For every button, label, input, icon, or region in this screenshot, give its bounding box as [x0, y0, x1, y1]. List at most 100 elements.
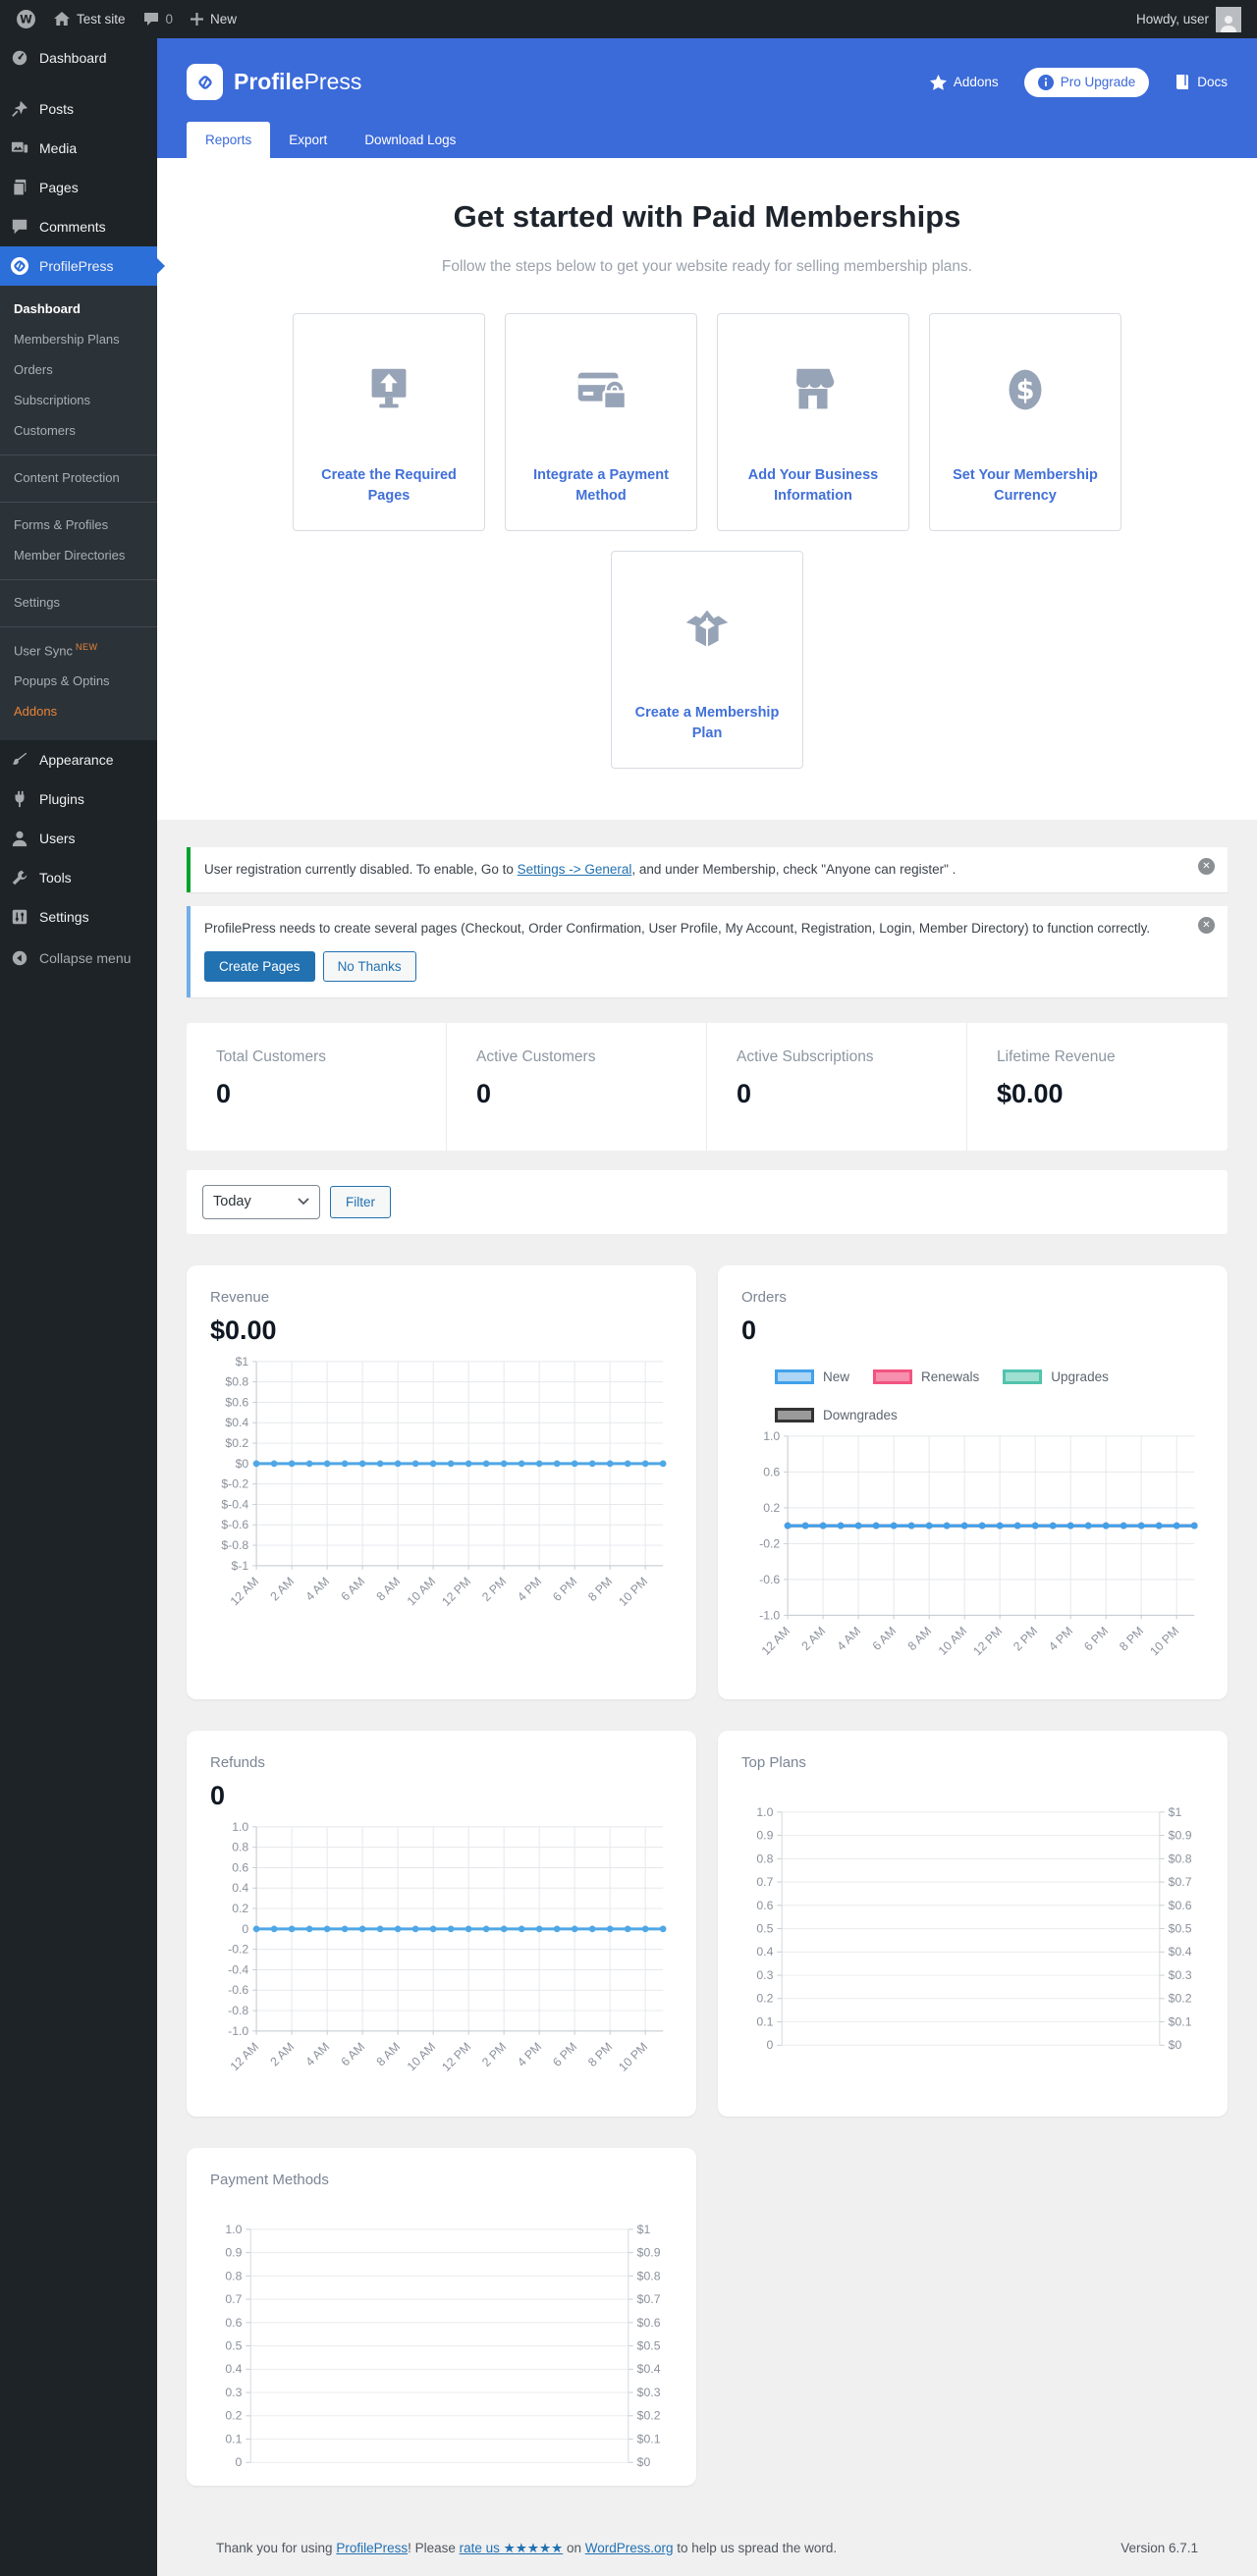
svg-text:$0.8: $0.8 — [637, 2269, 661, 2282]
sidebar-item-pages[interactable]: Pages — [0, 168, 157, 207]
svg-text:$0.3: $0.3 — [1169, 1968, 1192, 1982]
sidebar-item-comments[interactable]: Comments — [0, 207, 157, 246]
sidebar-item-tools[interactable]: Tools — [0, 858, 157, 897]
charts-grid-row-1: Revenue $0.00 $1 $0.8 $0.6 $0.4 $0.2 $0 $-0.2 $… — [187, 1264, 1228, 1700]
submenu-item-membership-plans[interactable]: Membership Plans — [0, 324, 157, 354]
step-card-business-info[interactable]: Add Your Business Information — [717, 313, 909, 531]
svg-text:$0.5: $0.5 — [637, 2338, 661, 2352]
stat-label: Lifetime Revenue — [997, 1047, 1116, 1065]
dismiss-notice-icon[interactable]: ✕ — [1198, 858, 1215, 875]
svg-text:8 PM: 8 PM — [585, 1574, 615, 1603]
legend-label: Downgrades — [823, 1407, 898, 1422]
addons-link[interactable]: Addons — [929, 74, 999, 90]
sidebar-item-label: Media — [39, 140, 78, 156]
svg-text:$1: $1 — [236, 1354, 249, 1368]
howdy-label: Howdy, user — [1135, 12, 1209, 27]
svg-text:6 PM: 6 PM — [1081, 1624, 1111, 1653]
sidebar-item-settings[interactable]: Settings — [0, 897, 157, 937]
rate-us-link[interactable]: rate us ★★★★★ — [460, 2541, 564, 2555]
svg-text:6 AM: 6 AM — [870, 1624, 900, 1653]
profilepress-logo-icon — [187, 64, 223, 100]
legend-item[interactable]: Upgrades — [1003, 1368, 1109, 1384]
pro-upgrade-button[interactable]: Pro Upgrade — [1023, 67, 1150, 97]
legend-item[interactable]: Renewals — [873, 1368, 979, 1384]
svg-text:$-1: $-1 — [232, 1558, 249, 1572]
notice-buttons: Create Pages No Thanks — [204, 950, 1182, 982]
stat-active-customers: Active Customers 0 — [447, 1022, 707, 1151]
sidebar-item-users[interactable]: Users — [0, 819, 157, 858]
submenu-item-popups-optins[interactable]: Popups & Optins — [0, 666, 157, 696]
legend-item[interactable]: New — [775, 1368, 849, 1384]
sidebar-item-posts[interactable]: Posts — [0, 89, 157, 129]
users-icon — [10, 829, 29, 848]
svg-text:4 PM: 4 PM — [515, 2040, 544, 2069]
tab-download-logs[interactable]: Download Logs — [346, 122, 474, 158]
dismiss-notice-icon[interactable]: ✕ — [1198, 917, 1215, 935]
submenu-item-settings[interactable]: Settings — [0, 579, 157, 617]
sidebar-item-dashboard[interactable]: Dashboard — [0, 38, 157, 78]
step-card-required-pages[interactable]: Create the Required Pages — [293, 313, 485, 531]
create-pages-button[interactable]: Create Pages — [204, 950, 315, 982]
svg-text:6 AM: 6 AM — [339, 1574, 368, 1603]
sidebar-item-label: Pages — [39, 180, 79, 195]
submenu-item-dashboard[interactable]: Dashboard — [0, 294, 157, 324]
admin-bar-new[interactable]: New — [191, 12, 237, 27]
profilepress-tabs: Reports Export Download Logs — [187, 122, 1228, 158]
date-range-select[interactable]: Today — [202, 1184, 320, 1219]
svg-text:10 AM: 10 AM — [936, 1624, 969, 1657]
settings-icon — [10, 907, 29, 927]
profilepress-header: ProfilePress Addons Pro Upgrade Docs Rep… — [157, 38, 1257, 158]
brand-text: ProfilePress — [234, 69, 361, 95]
profilepress-header-nav: Addons Pro Upgrade Docs — [929, 67, 1228, 97]
svg-text:$0.4: $0.4 — [225, 1416, 248, 1429]
sidebar-item-media[interactable]: Media — [0, 129, 157, 168]
submenu-item-content-protection[interactable]: Content Protection — [0, 455, 157, 493]
submenu-item-customers[interactable]: Customers — [0, 415, 157, 446]
new-label: New — [210, 12, 238, 27]
wordpress-logo-icon[interactable]: W — [16, 9, 36, 29]
svg-text:$-0.8: $-0.8 — [221, 1537, 248, 1551]
svg-text:$-0.6: $-0.6 — [221, 1518, 248, 1531]
tab-export[interactable]: Export — [270, 122, 346, 158]
submenu-item-subscriptions[interactable]: Subscriptions — [0, 385, 157, 415]
onboarding-step-row-2: Create a Membership Plan — [157, 551, 1257, 769]
sidebar-item-profilepress[interactable]: ProfilePress — [0, 246, 165, 286]
tab-reports[interactable]: Reports — [187, 122, 271, 158]
submenu-item-user-sync[interactable]: User Sync NEW — [0, 626, 157, 666]
submenu-item-addons[interactable]: Addons — [0, 696, 157, 726]
step-card-membership-plan[interactable]: Create a Membership Plan — [611, 551, 803, 769]
payment-methods-chart-card: Payment Methods 1.0 $1 0.9 $0.9 0.8 $0.8 0.7 $0… — [187, 2147, 696, 2486]
page-title: Get started with Paid Memberships — [453, 199, 961, 234]
svg-text:10 PM: 10 PM — [1147, 1624, 1181, 1658]
submenu-item-orders[interactable]: Orders — [0, 354, 157, 385]
filter-button[interactable]: Filter — [330, 1185, 391, 1218]
svg-text:$0: $0 — [236, 1456, 249, 1470]
svg-text:0.3: 0.3 — [756, 1968, 773, 1982]
svg-text:$0.9: $0.9 — [1169, 1829, 1192, 1843]
stat-value: $0.00 — [997, 1078, 1064, 1108]
wordpress-org-link[interactable]: WordPress.org — [585, 2541, 674, 2555]
admin-bar-account[interactable]: Howdy, user — [1135, 6, 1241, 32]
submenu-label: Customers — [14, 423, 76, 438]
step-card-payment-method[interactable]: Integrate a Payment Method — [505, 313, 697, 531]
step-card-currency[interactable]: $ Set Your Membership Currency — [929, 313, 1121, 531]
submenu-item-member-directories[interactable]: Member Directories — [0, 540, 157, 570]
stat-value: 0 — [216, 1078, 232, 1108]
no-thanks-button[interactable]: No Thanks — [322, 950, 416, 982]
settings-general-link[interactable]: Settings -> General — [518, 862, 632, 877]
admin-bar-site-name[interactable]: Test site — [54, 12, 126, 27]
sidebar-item-appearance[interactable]: Appearance — [0, 740, 157, 779]
sidebar-item-plugins[interactable]: Plugins — [0, 779, 157, 819]
legend-item[interactable]: Downgrades — [775, 1407, 898, 1422]
submenu-item-forms-profiles[interactable]: Forms & Profiles — [0, 502, 157, 540]
sidebar-item-collapse-menu[interactable]: Collapse menu — [0, 939, 157, 978]
svg-text:4 PM: 4 PM — [515, 1574, 544, 1603]
footer-text: on — [563, 2540, 585, 2555]
svg-text:W: W — [20, 13, 32, 27]
pro-upgrade-label: Pro Upgrade — [1060, 75, 1136, 89]
profilepress-footer-link[interactable]: ProfilePress — [336, 2541, 408, 2555]
svg-text:$0.8: $0.8 — [1169, 1852, 1192, 1866]
docs-link[interactable]: Docs — [1175, 74, 1228, 90]
svg-text:0.8: 0.8 — [232, 1841, 248, 1854]
admin-bar-comments[interactable]: 0 — [143, 12, 173, 27]
